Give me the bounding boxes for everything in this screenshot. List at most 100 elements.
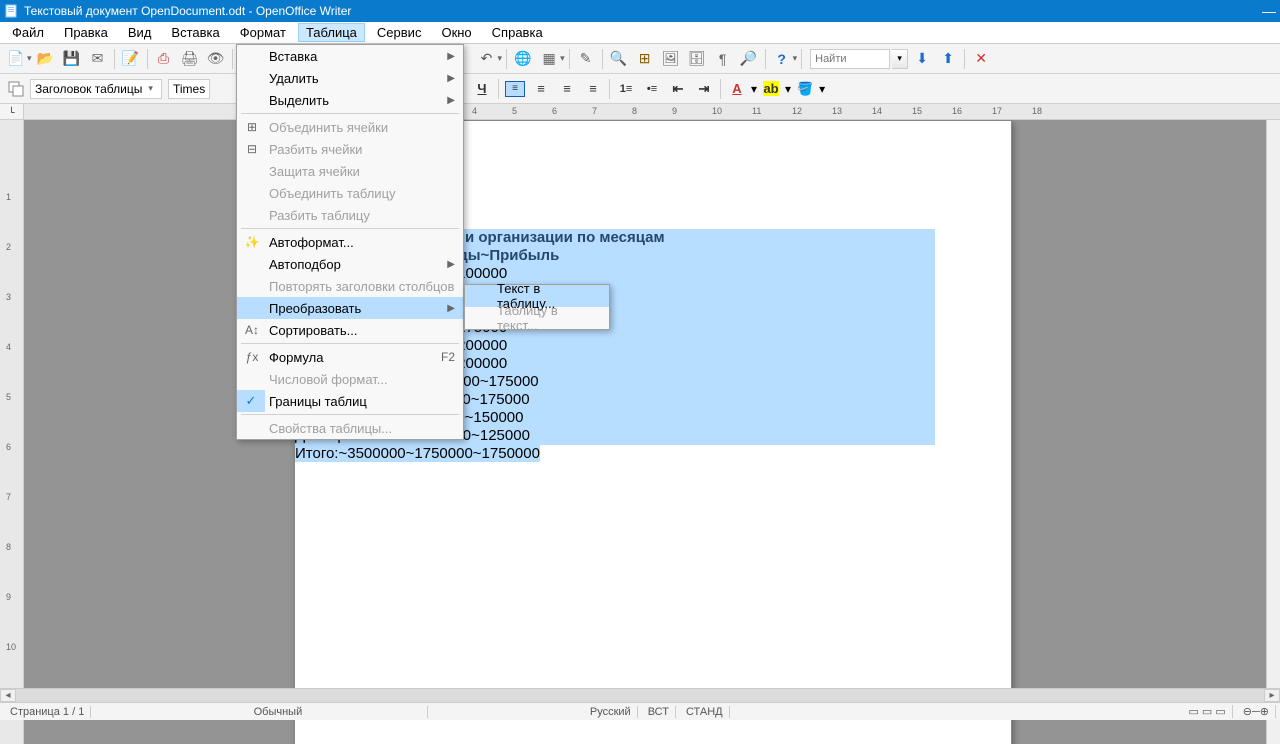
menu-table[interactable]: Таблица: [298, 23, 365, 42]
doc-line[interactable]: Итого:~3500000~1750000~1750000: [295, 445, 540, 462]
standard-toolbar: 📄▾ 📂 💾 ✉ 📝 ⎙ 🖨 👁 ↶▾ 🌐 ▦▾ ✎ 🔍 ⊞ 🖼 🗄 ¶ 🔎 ?…: [0, 44, 1280, 74]
doc-line[interactable]: 0000~100000: [415, 265, 935, 283]
table-menu-dropdown: Вставка▶Удалить▶Выделить▶ ⊞Объединить яче…: [236, 44, 464, 440]
convert-submenu: Текст в таблицу...Таблицу в текст...: [464, 284, 610, 330]
highlight-icon[interactable]: ab: [759, 77, 783, 101]
doc-line[interactable]: рибыли организации по месяцам: [415, 229, 935, 247]
email-icon[interactable]: ✉: [86, 47, 110, 71]
menu-insert[interactable]: Вставка: [163, 23, 227, 42]
menu-item-Разбить ячейки: ⊟Разбить ячейки: [237, 138, 463, 160]
menu-item-Свойства таблицы...: Свойства таблицы...: [237, 417, 463, 439]
close-findbar-icon[interactable]: ✕: [969, 47, 993, 71]
menu-help[interactable]: Справка: [484, 23, 551, 42]
hyperlink-icon[interactable]: 🌐: [511, 47, 535, 71]
menu-item-Преобразовать[interactable]: Преобразовать▶: [237, 297, 463, 319]
bullets-icon[interactable]: •≡: [640, 77, 664, 101]
minimize-button[interactable]: —: [1262, 3, 1276, 19]
menu-file[interactable]: Файл: [4, 23, 52, 42]
status-style[interactable]: Обычный: [248, 706, 428, 718]
find-icon[interactable]: 🔍: [607, 47, 631, 71]
align-justify-icon[interactable]: ≡: [581, 77, 605, 101]
workspace: 12345678910 рибыли организации по месяца…: [0, 120, 1280, 744]
undo-icon[interactable]: ↶: [475, 47, 499, 71]
align-center-icon[interactable]: ≡: [529, 77, 553, 101]
navigator-icon[interactable]: ⊞: [633, 47, 657, 71]
menu-item-Объединить таблицу: Объединить таблицу: [237, 182, 463, 204]
status-zoom-icon[interactable]: ⊖─⊕: [1237, 705, 1276, 718]
document-canvas[interactable]: рибыли организации по месяцамРасходы~При…: [24, 120, 1280, 744]
menu-item-Сортировать...[interactable]: A↕Сортировать...: [237, 319, 463, 341]
horizontal-ruler-row: └ 456789101112131415161718: [0, 104, 1280, 120]
preview-icon[interactable]: 👁: [204, 47, 228, 71]
menu-item-Повторять заголовки столбцов: Повторять заголовки столбцов: [237, 275, 463, 297]
formatting-toolbar: Заголовок таблицы▾ Times К Ч ≡ ≡ ≡ ≡ 1≡ …: [0, 74, 1280, 104]
font-combo[interactable]: Times: [168, 79, 210, 99]
gallery-icon[interactable]: 🖼: [659, 47, 683, 71]
status-viewmode-icon[interactable]: ▭ ▭ ▭: [1182, 705, 1232, 718]
menu-window[interactable]: Окно: [433, 23, 479, 42]
menu-edit[interactable]: Правка: [56, 23, 116, 42]
scroll-left-icon[interactable]: ◂: [0, 689, 16, 702]
find-dropdown[interactable]: ▾: [892, 49, 908, 69]
menu-item-Объединить ячейки: ⊞Объединить ячейки: [237, 116, 463, 138]
align-left-icon[interactable]: ≡: [503, 77, 527, 101]
edit-doc-icon[interactable]: 📝: [119, 47, 143, 71]
merge-icon: ⊞: [243, 118, 261, 136]
bg-color-icon[interactable]: 🪣: [793, 77, 817, 101]
horizontal-scrollbar[interactable]: ◂ ▸: [0, 688, 1280, 702]
font-color-icon[interactable]: A: [725, 77, 749, 101]
doc-line[interactable]: Расходы~Прибыль: [415, 247, 935, 265]
style-combo[interactable]: Заголовок таблицы▾: [30, 79, 162, 99]
submenu-item-Таблицу в текст...: Таблицу в текст...: [465, 307, 609, 329]
zoom-icon[interactable]: 🔎: [737, 47, 761, 71]
new-doc-icon[interactable]: 📄: [4, 47, 28, 71]
menu-item-Границы таблиц[interactable]: ✓Границы таблиц: [237, 390, 463, 412]
menu-view[interactable]: Вид: [120, 23, 160, 42]
menu-item-Автоформат...[interactable]: ✨Автоформат...: [237, 231, 463, 253]
menu-item-Формула[interactable]: ƒxФормулаF2: [237, 346, 463, 368]
split-icon: ⊟: [243, 140, 261, 158]
window-title: Текстовый документ OpenDocument.odt - Op…: [24, 4, 351, 18]
doc-line[interactable]: 0000~200000: [415, 337, 935, 355]
find-prev-icon[interactable]: ⬆: [936, 47, 960, 71]
find-next-icon[interactable]: ⬇: [910, 47, 934, 71]
status-page: Страница 1 / 1: [4, 706, 91, 718]
menu-item-Числовой формат...: Числовой формат...: [237, 368, 463, 390]
menu-format[interactable]: Формат: [232, 23, 294, 42]
menu-item-Выделить[interactable]: Выделить▶: [237, 89, 463, 111]
table-icon[interactable]: ▦: [537, 47, 561, 71]
find-input[interactable]: [810, 49, 890, 69]
nonprinting-icon[interactable]: ¶: [711, 47, 735, 71]
menu-item-Разбить таблицу: Разбить таблицу: [237, 204, 463, 226]
horizontal-ruler[interactable]: 456789101112131415161718: [24, 104, 1280, 119]
open-icon[interactable]: 📂: [34, 47, 58, 71]
datasource-icon[interactable]: 🗄: [685, 47, 709, 71]
align-right-icon[interactable]: ≡: [555, 77, 579, 101]
autoformat-icon: ✨: [243, 233, 261, 251]
help-icon[interactable]: ?: [770, 47, 794, 71]
menu-item-Автоподбор[interactable]: Автоподбор▶: [237, 253, 463, 275]
status-insert[interactable]: ВСТ: [642, 706, 676, 718]
numbering-icon[interactable]: 1≡: [614, 77, 638, 101]
styles-icon[interactable]: [4, 77, 28, 101]
status-selection[interactable]: СТАНД: [680, 706, 730, 718]
doc-line[interactable]: 0000~200000: [415, 355, 935, 373]
sort-icon: A↕: [243, 321, 261, 339]
ruler-corner: └: [0, 104, 24, 120]
indent-inc-icon[interactable]: ⇥: [692, 77, 716, 101]
save-icon[interactable]: 💾: [60, 47, 84, 71]
status-language[interactable]: Русский: [584, 706, 638, 718]
print-icon[interactable]: 🖨: [178, 47, 202, 71]
scroll-right-icon[interactable]: ▸: [1264, 689, 1280, 702]
menu-item-Вставка[interactable]: Вставка▶: [237, 45, 463, 67]
underline-icon[interactable]: Ч: [470, 77, 494, 101]
menu-item-Удалить[interactable]: Удалить▶: [237, 67, 463, 89]
drawing-icon[interactable]: ✎: [574, 47, 598, 71]
font-combo-value: Times: [173, 82, 205, 96]
export-pdf-icon[interactable]: ⎙: [152, 47, 176, 71]
vertical-scrollbar[interactable]: [1266, 120, 1280, 744]
window-titlebar: Текстовый документ OpenDocument.odt - Op…: [0, 0, 1280, 22]
menu-tools[interactable]: Сервис: [369, 23, 430, 42]
vertical-ruler[interactable]: 12345678910: [0, 120, 24, 744]
indent-dec-icon[interactable]: ⇤: [666, 77, 690, 101]
